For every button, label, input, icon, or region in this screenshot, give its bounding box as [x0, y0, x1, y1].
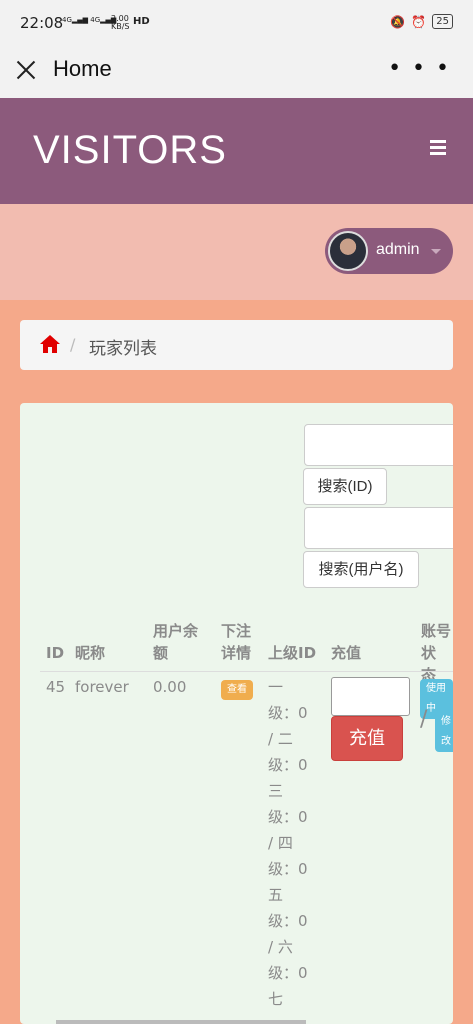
view-bets-button[interactable]: 查看 — [221, 680, 253, 700]
recharge-amount-input[interactable] — [331, 677, 410, 716]
mute-icon: 🔕 — [390, 14, 406, 29]
search-username-button[interactable]: 搜索(用户名) — [303, 551, 419, 588]
user-menu-button[interactable]: admin — [325, 228, 453, 274]
status-bar: 22:08 4G▂▄▆ 4G▂▄▆ 2.00 KB/S HD 🔕 ⏰ 25 — [0, 0, 473, 46]
col-parent-id: 上级ID — [268, 644, 317, 662]
cell-parent-id: 一 级：0 / 二 级：0 三 级：0 / 四 级：0 五 级：0 / 六 级：… — [268, 678, 308, 1008]
hd-icon: HD — [133, 16, 150, 27]
cell-id: 45 — [46, 678, 66, 696]
avatar — [328, 231, 368, 271]
cell-nickname: forever — [75, 678, 129, 696]
hamburger-menu-icon[interactable] — [430, 140, 446, 155]
app-bar: Home • • • — [0, 46, 473, 98]
breadcrumb: / 玩家列表 — [20, 320, 453, 370]
search-id-input[interactable] — [304, 424, 453, 466]
brand-header: VISITORS — [0, 98, 473, 204]
alarm-icon: ⏰ — [411, 14, 427, 29]
recharge-button[interactable]: 充值 — [331, 716, 403, 761]
edit-button[interactable]: 修改 — [435, 712, 453, 752]
col-bets: 下注 详情 — [221, 622, 252, 662]
close-icon[interactable] — [14, 58, 38, 82]
breadcrumb-current: 玩家列表 — [89, 339, 157, 359]
col-account-status: 账号状态 — [421, 622, 452, 684]
net-speed: 2.00 KB/S — [111, 14, 130, 31]
battery-icon: 25 — [432, 14, 453, 29]
col-nickname: 昵称 — [75, 644, 106, 662]
clock: 22:08 — [20, 14, 64, 32]
home-icon[interactable] — [40, 335, 60, 353]
search-id-button[interactable]: 搜索(ID) — [303, 468, 387, 505]
more-icon[interactable]: • • • — [388, 58, 451, 80]
app-bar-title: Home — [53, 56, 112, 81]
scrollbar[interactable] — [56, 1020, 306, 1024]
table-divider — [40, 671, 453, 672]
action-separator: / — [420, 707, 428, 732]
user-bar: admin — [0, 204, 473, 300]
col-recharge: 充值 — [331, 644, 362, 662]
search-username-input[interactable] — [304, 507, 453, 549]
brand-title[interactable]: VISITORS — [33, 128, 227, 173]
breadcrumb-separator: / — [70, 335, 76, 354]
player-list-panel: 搜索(ID) 搜索(用户名) ID 昵称 用户余额 下注 详情 上级ID 充值 账… — [20, 403, 453, 1024]
cell-balance: 0.00 — [153, 678, 187, 696]
signal-icon: 4G▂▄▆ 4G▂▄▆ — [62, 16, 117, 24]
col-balance: 用户余额 — [153, 622, 199, 662]
caret-down-icon — [431, 249, 441, 254]
user-name: admin — [376, 241, 420, 258]
col-id: ID — [46, 644, 65, 662]
